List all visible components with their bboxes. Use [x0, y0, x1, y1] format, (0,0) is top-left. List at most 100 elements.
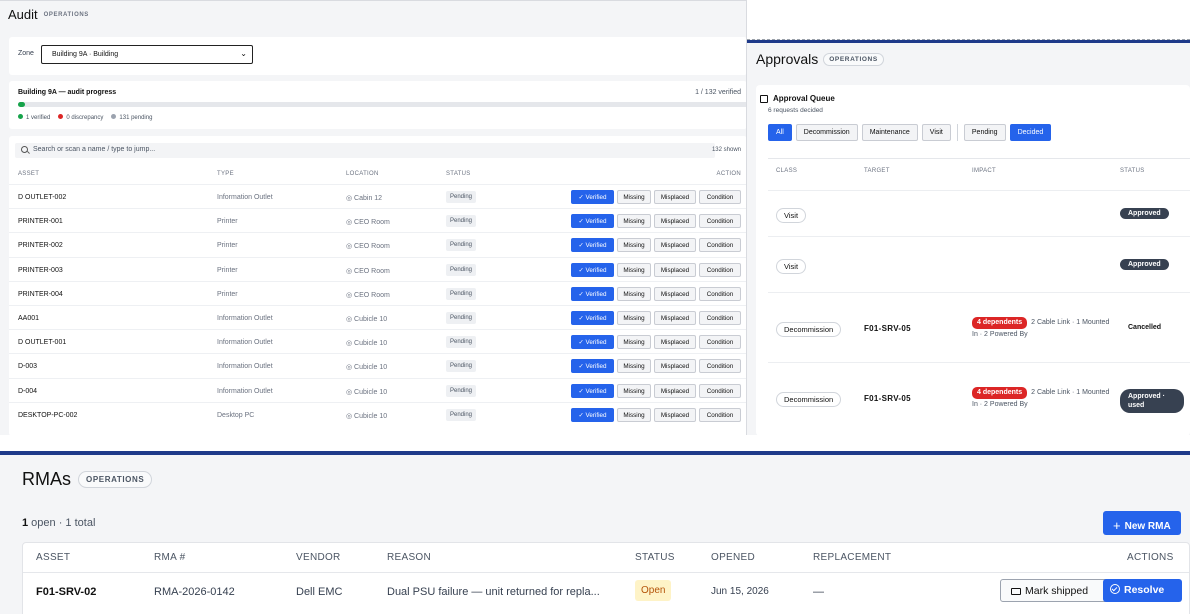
- status-badge: Pending: [446, 312, 477, 324]
- filter-maintenance[interactable]: Maintenance: [861, 124, 918, 141]
- search-input[interactable]: Search or scan a name / type to jump...: [15, 143, 715, 158]
- zone-label: Zone: [18, 50, 34, 57]
- missing-button[interactable]: Missing: [617, 238, 651, 253]
- verified-button[interactable]: ✓ Verified: [571, 383, 614, 398]
- asset-location: ◎ Cubicle 10: [346, 316, 388, 323]
- asset-name[interactable]: PRINTER-001: [18, 218, 63, 225]
- status-badge: Pending: [446, 336, 477, 349]
- misplaced-button[interactable]: Misplaced: [654, 286, 696, 301]
- condition-button[interactable]: Condition: [699, 238, 741, 253]
- misplaced-button[interactable]: Misplaced: [654, 407, 696, 422]
- filter-visit[interactable]: Visit: [921, 124, 951, 141]
- verified-button[interactable]: ✓ Verified: [571, 335, 614, 350]
- misplaced-button[interactable]: Misplaced: [654, 359, 696, 374]
- condition-button[interactable]: Condition: [699, 190, 741, 204]
- condition-button[interactable]: Condition: [699, 359, 741, 374]
- rma-count: 1 open · 1 total: [22, 517, 96, 529]
- table-row: D-003 Information Outlet ◎ Cubicle 10 Pendi…: [9, 353, 746, 377]
- table-header: ASSET RMA # VENDOR REASON STATUS OPENED …: [23, 543, 1189, 573]
- missing-button[interactable]: Missing: [617, 335, 651, 350]
- condition-button[interactable]: Condition: [699, 407, 741, 422]
- missing-button[interactable]: Missing: [617, 262, 651, 277]
- column-header-status: STATUS: [635, 552, 675, 563]
- rma-asset[interactable]: F01-SRV-02: [36, 586, 96, 598]
- verified-button[interactable]: ✓ Verified: [571, 286, 614, 301]
- asset-location: ◎ Cubicle 10: [346, 388, 388, 396]
- verified-button[interactable]: ✓ Verified: [571, 238, 614, 253]
- missing-button[interactable]: Missing: [617, 190, 651, 204]
- mark-shipped-button[interactable]: Mark shipped: [1000, 579, 1120, 602]
- target-name[interactable]: F01-SRV-05: [864, 394, 911, 403]
- verified-button[interactable]: ✓ Verified: [571, 214, 614, 229]
- verified-button[interactable]: ✓ Verified: [571, 262, 614, 277]
- misplaced-button[interactable]: Misplaced: [654, 214, 696, 229]
- missing-button[interactable]: Missing: [617, 214, 651, 229]
- asset-name[interactable]: D-004: [18, 388, 37, 395]
- condition-button[interactable]: Condition: [699, 262, 741, 277]
- condition-button[interactable]: Condition: [699, 214, 741, 229]
- filter-bar: All Decommission Maintenance Visit Pendi…: [768, 124, 1052, 141]
- approvals-header: Approvals OPERATIONS: [756, 51, 884, 67]
- asset-location: ◎ Cubicle 10: [346, 340, 388, 348]
- misplaced-button[interactable]: Misplaced: [654, 335, 696, 350]
- section-badge: OPERATIONS: [78, 471, 153, 488]
- rma-vendor: Dell EMC: [296, 586, 343, 598]
- missing-button[interactable]: Missing: [617, 359, 651, 374]
- condition-button[interactable]: Condition: [699, 335, 741, 350]
- class-chip: Decommission: [776, 392, 842, 407]
- row-actions: ✓ Verified Missing Misplaced Condition: [571, 335, 741, 350]
- column-header-target: TARGET: [864, 168, 890, 174]
- asset-name[interactable]: D-003: [18, 363, 37, 370]
- target-name[interactable]: F01-SRV-05: [864, 324, 911, 333]
- zone-select[interactable]: Building 9A · Building ⌄: [41, 45, 253, 64]
- asset-name[interactable]: PRINTER-003: [18, 267, 63, 274]
- truck-icon: [1011, 588, 1021, 595]
- approvals-panel: Approvals OPERATIONS Approval Queue 6 re…: [747, 39, 1190, 435]
- condition-button[interactable]: Condition: [699, 311, 741, 325]
- verified-button[interactable]: ✓ Verified: [571, 311, 614, 325]
- pending-dot-icon: [111, 114, 117, 119]
- rma-number: RMA-2026-0142: [154, 586, 235, 598]
- asset-name[interactable]: PRINTER-004: [18, 291, 63, 298]
- column-header-vendor: VENDOR: [296, 552, 341, 563]
- missing-button[interactable]: Missing: [617, 383, 651, 398]
- table-row: Visit Approved: [768, 190, 1190, 236]
- filter-decommission[interactable]: Decommission: [795, 124, 858, 141]
- filter-pending[interactable]: Pending: [963, 124, 1006, 141]
- misplaced-button[interactable]: Misplaced: [654, 383, 696, 398]
- asset-name[interactable]: PRINTER-002: [18, 242, 63, 249]
- missing-button[interactable]: Missing: [617, 311, 651, 325]
- status-badge: Pending: [446, 215, 477, 228]
- plus-icon: +: [1113, 518, 1121, 533]
- section-badge: OPERATIONS: [823, 52, 884, 66]
- filter-all[interactable]: All: [768, 124, 792, 141]
- misplaced-button[interactable]: Misplaced: [654, 311, 696, 325]
- condition-button[interactable]: Condition: [699, 286, 741, 301]
- chevron-down-icon: ⌄: [240, 49, 247, 58]
- queue-title: Approval Queue: [760, 94, 835, 103]
- condition-button[interactable]: Condition: [699, 383, 741, 398]
- asset-name[interactable]: AA001: [18, 315, 39, 322]
- misplaced-button[interactable]: Misplaced: [654, 238, 696, 253]
- asset-name[interactable]: D OUTLET-002: [18, 194, 66, 201]
- class-chip: Decommission: [776, 322, 842, 337]
- row-actions: ✓ Verified Missing Misplaced Condition: [571, 262, 741, 277]
- missing-button[interactable]: Missing: [617, 286, 651, 301]
- column-header-type: TYPE: [217, 171, 234, 177]
- misplaced-button[interactable]: Misplaced: [654, 262, 696, 277]
- verified-button[interactable]: ✓ Verified: [571, 359, 614, 374]
- rma-table: ASSET RMA # VENDOR REASON STATUS OPENED …: [22, 542, 1190, 614]
- verified-button[interactable]: ✓ Verified: [571, 407, 614, 422]
- missing-button[interactable]: Missing: [617, 407, 651, 422]
- new-rma-button[interactable]: + New RMA: [1103, 511, 1181, 535]
- status-badge: Approved: [1120, 259, 1169, 270]
- asset-name[interactable]: DESKTOP-PC-002: [18, 412, 77, 419]
- table-row: Decommission F01-SRV-05 4 dependents 2 Cabl…: [768, 292, 1190, 362]
- resolve-button[interactable]: Resolve: [1103, 579, 1182, 602]
- misplaced-button[interactable]: Misplaced: [654, 190, 696, 204]
- filter-decided[interactable]: Decided: [1009, 124, 1052, 141]
- verified-button[interactable]: ✓ Verified: [571, 190, 614, 204]
- legend-discrepancy: 0 discrepancy: [58, 114, 103, 121]
- dependents-badge: 4 dependents: [972, 317, 1028, 329]
- asset-name[interactable]: D OUTLET-001: [18, 339, 66, 346]
